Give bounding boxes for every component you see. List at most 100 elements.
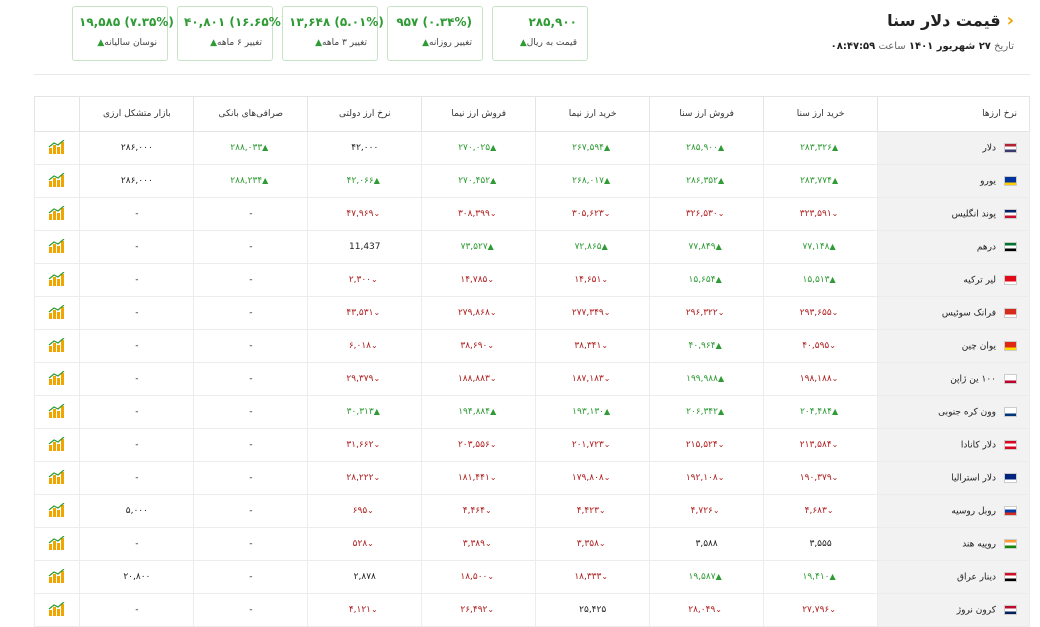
- bar-chart-icon[interactable]: [48, 205, 66, 220]
- rate-cell: ⌄۲۷۷,۳۴۹: [535, 296, 651, 330]
- rate-value: -: [249, 440, 253, 450]
- rate-cell: ▲۱۹,۴۱۰: [763, 560, 879, 594]
- rate-value: ۱۹۰,۳۷۹: [799, 473, 832, 483]
- rate-value: -: [135, 341, 139, 351]
- flag-au-icon: [1004, 472, 1017, 483]
- currency-name: دلار کانادا: [960, 440, 996, 451]
- bar-chart-icon[interactable]: [48, 271, 66, 286]
- column-header: صرافی‌های بانکی: [193, 96, 309, 132]
- rate-cell: ▲۱۹۳,۱۳۰: [535, 395, 651, 429]
- rate-value: ۳۰,۳۱۳: [346, 407, 374, 417]
- rate-cell: ۳,۵۸۸: [649, 527, 765, 561]
- currency-name-cell: دلار کانادا: [877, 428, 1030, 462]
- bar-chart-icon[interactable]: [48, 139, 66, 154]
- rate-value: ۳۰۵,۶۲۳: [571, 209, 604, 219]
- chart-cell: [33, 527, 81, 561]
- rate-cell: -: [79, 461, 195, 495]
- bar-chart-icon[interactable]: [48, 403, 66, 418]
- bar-chart-icon[interactable]: [48, 436, 66, 451]
- rate-value: ۱۸,۳۳۳: [574, 572, 602, 582]
- column-header: [33, 96, 81, 132]
- rate-cell: ۲۸۶,۰۰۰: [79, 131, 195, 165]
- currency-name-cell: پوند انگلیس: [877, 197, 1030, 231]
- rate-value: ۱۹۲,۱۰۸: [685, 473, 718, 483]
- rate-cell: ⌄۲۷,۷۹۶: [763, 593, 879, 627]
- rate-value: ۱۹۹,۹۸۸: [686, 374, 718, 384]
- rate-cell: ▲۴۰,۹۶۴: [649, 329, 765, 363]
- table-row: روپیه هند ۳,۵۵۵ ۳,۵۸۸ ⌄۳,۳۵۸ ⌄۳,۳۸۹ ⌄۵۲۸- -: [33, 527, 1030, 561]
- rate-value: -: [135, 308, 139, 318]
- arrow-up-icon: ▲: [487, 242, 494, 251]
- chevron-down-icon: ⌄: [603, 308, 611, 317]
- column-header: فروش ارز سنا: [649, 96, 765, 132]
- card-label-text: نوسان سالیانه: [104, 38, 157, 48]
- chevron-down-icon: ⌄: [489, 209, 497, 218]
- chevron-right-icon[interactable]: ›: [1007, 10, 1014, 31]
- bar-chart-icon[interactable]: [48, 370, 66, 385]
- bar-chart-icon[interactable]: [48, 238, 66, 253]
- chevron-down-icon: ⌄: [603, 473, 611, 482]
- rate-cell: ⌄۳۸,۶۹۰: [421, 329, 537, 363]
- rate-value: ۲۸۵,۹۰۰: [686, 143, 718, 153]
- rate-cell: -: [193, 395, 309, 429]
- table-row: دلار ▲۲۸۳,۳۲۶ ▲۲۸۵,۹۰۰ ▲۲۶۷,۵۹۴ ▲۲۷۰,۰۲۵ ۴۲,۰…: [33, 131, 1030, 165]
- bar-chart-icon[interactable]: [48, 469, 66, 484]
- rate-value: ۲۸۳,۷۷۴: [800, 176, 832, 186]
- chevron-down-icon: ⌄: [598, 539, 606, 548]
- rate-cell: ⌄۲۸,۲۲۲: [307, 461, 423, 495]
- rate-value: -: [135, 605, 139, 615]
- rate-cell: ▲۱۹,۵۸۷: [649, 560, 765, 594]
- chevron-down-icon: ⌄: [489, 473, 497, 482]
- flag-kr-icon: [1004, 406, 1017, 417]
- summary-card: ۹۵۷ (۰.۳۴%) تغییر روزانه▲: [387, 6, 483, 61]
- rate-value: ۲,۸۷۸: [353, 572, 376, 582]
- rate-value: ۱۴,۷۸۵: [460, 275, 488, 285]
- summary-card: ۴۰,۸۰۱ (۱۶.۶۵%) تغییر ۶ ماهه▲: [177, 6, 286, 61]
- bar-chart-icon[interactable]: [48, 568, 66, 583]
- rate-value: ۷۳,۵۲۷: [460, 242, 488, 252]
- chevron-down-icon: ⌄: [373, 473, 381, 482]
- rate-value: ۲۷۰,۴۵۲: [458, 176, 491, 186]
- rate-cell: ⌄۴,۶۸۳: [763, 494, 879, 528]
- chevron-down-icon: ⌄: [367, 539, 374, 548]
- bar-chart-icon[interactable]: [48, 337, 66, 352]
- rate-cell: -: [79, 593, 195, 627]
- rate-value: ۲۹,۳۷۹: [346, 374, 374, 384]
- chart-cell: [33, 296, 81, 330]
- rate-value: ۲۰۱,۷۲۳: [571, 440, 604, 450]
- currency-name-cell: فرانک سوئیس: [877, 296, 1030, 330]
- table-row: فرانک سوئیس ⌄۲۹۳,۶۵۵ ⌄۲۹۶,۳۲۲ ⌄۲۷۷,۳۴۹ ⌄۲۷۹,…: [33, 296, 1030, 330]
- rate-cell: ⌄۲۱۳,۵۸۴: [763, 428, 879, 462]
- rate-cell: -: [79, 362, 195, 396]
- chevron-down-icon: ⌄: [601, 275, 609, 284]
- rate-cell: ⌄۲۶,۴۹۲: [421, 593, 537, 627]
- bar-chart-icon[interactable]: [48, 172, 66, 187]
- card-label-text: تغییر ۳ ماهه: [322, 38, 367, 48]
- bar-chart-icon[interactable]: [48, 535, 66, 550]
- rate-cell: -: [79, 527, 195, 561]
- page-title: قیمت دلار سنا ›: [831, 10, 1014, 31]
- rate-value: ۳,۵۸۸: [695, 539, 718, 549]
- rate-value: -: [249, 374, 253, 384]
- rate-cell: -: [193, 197, 309, 231]
- rate-value: -: [135, 539, 139, 549]
- chevron-down-icon: ⌄: [717, 440, 725, 449]
- rate-value: ۱۹,۵۸۷: [688, 572, 716, 582]
- rate-cell: ⌄۴۰,۵۹۵: [763, 329, 879, 363]
- rate-cell: ⌄۱۸,۵۰۰: [421, 560, 537, 594]
- table-header-row: نرخ ارزها خرید ارز سنا فروش ارز سنا خرید ار…: [33, 96, 1030, 132]
- bar-chart-icon[interactable]: [48, 304, 66, 319]
- bar-chart-icon[interactable]: [48, 502, 66, 517]
- currency-name: دینار عراق: [957, 572, 996, 583]
- rate-cell: ▲۱۵,۵۱۳: [763, 263, 879, 297]
- rate-cell: ⌄۳,۳۸۹: [421, 527, 537, 561]
- arrow-up-icon: ▲: [717, 143, 725, 152]
- chevron-down-icon: ⌄: [829, 605, 836, 614]
- bar-chart-icon[interactable]: [48, 601, 66, 616]
- column-header: نرخ ارز دولتی: [307, 96, 423, 132]
- title-block: قیمت دلار سنا › تاریخ ۲۷ شهریور ۱۴۰۱ ساع…: [831, 10, 1014, 52]
- rate-cell: ۲۰,۸۰۰: [79, 560, 195, 594]
- chevron-down-icon: ⌄: [484, 539, 492, 548]
- chevron-down-icon: ⌄: [826, 506, 834, 515]
- rate-cell: ۳,۵۵۵: [763, 527, 879, 561]
